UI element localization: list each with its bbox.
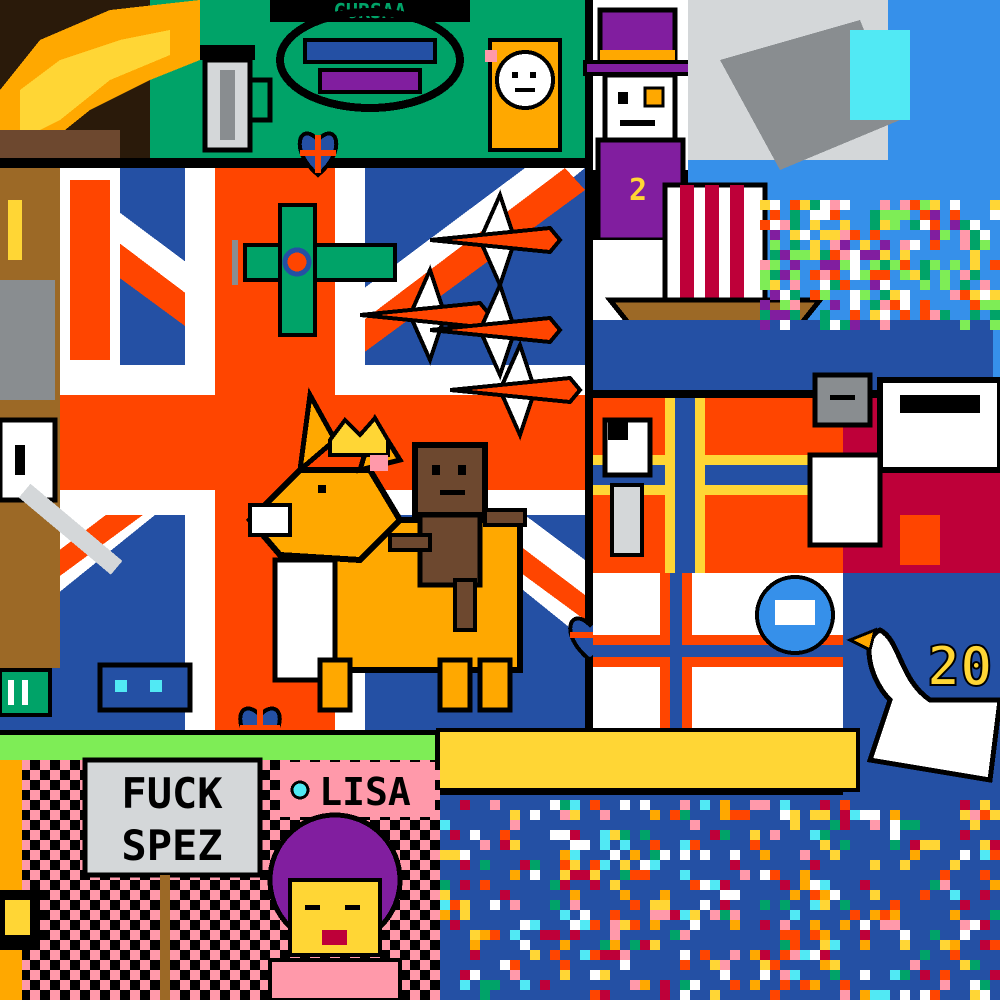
noisy-blue-field [438,795,1000,1000]
blue-birds [97,662,193,713]
white-swan: 20 [843,573,1000,798]
green-strip [0,735,435,760]
sign-line-2: SPEZ [121,821,222,870]
tiny-character-on-chair [485,38,562,152]
pixel-art-svg: GURSAA 2 20 FUCK SPEZ LISA [0,0,1000,1000]
lisa-label: LISA [280,762,435,817]
swan-number: 20 [927,635,992,698]
yellow-bar [436,728,860,792]
lisa-text: LISA [319,770,411,814]
white-cross-flag [593,573,843,728]
number-badge: 2 [629,173,647,208]
pixel-canvas: GURSAA 2 20 FUCK SPEZ LISA [0,0,1000,1000]
red-creature [807,372,1000,573]
sign-line-1: FUCK [121,769,223,818]
nordic-cross-flag [593,398,843,573]
lisa-character [267,812,403,1000]
divider-line [0,158,590,168]
